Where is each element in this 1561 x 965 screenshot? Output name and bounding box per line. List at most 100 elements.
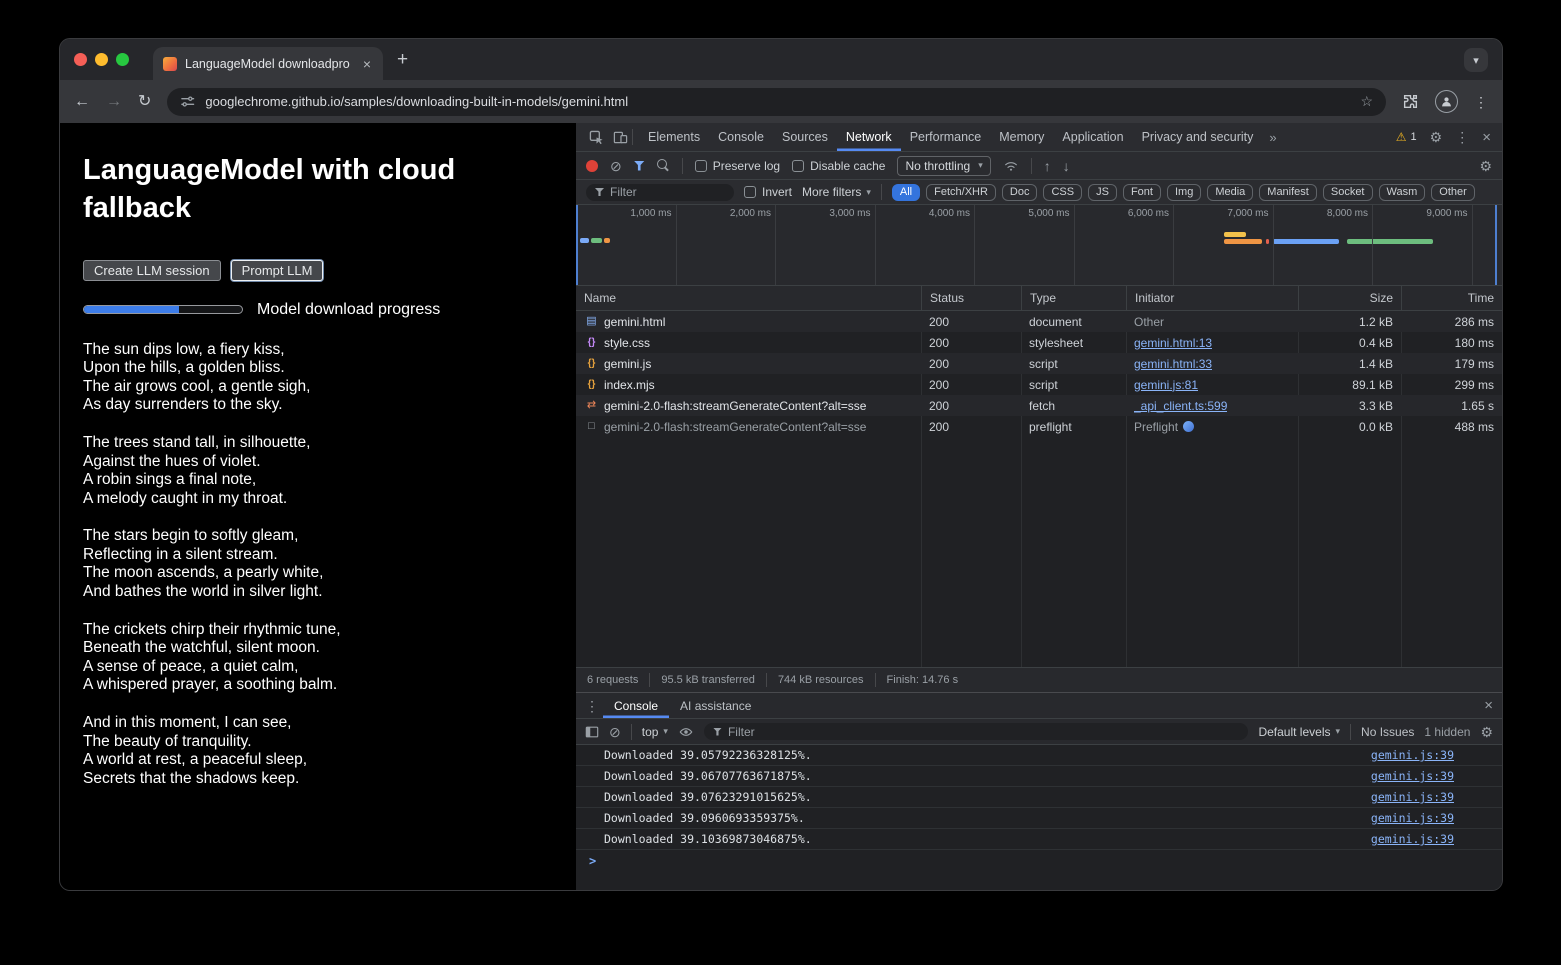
column-header-type[interactable]: Type xyxy=(1021,286,1126,310)
network-request-row[interactable]: style.css200stylesheetgemini.html:130.4 … xyxy=(576,332,1502,353)
site-info-icon[interactable] xyxy=(180,94,195,109)
filter-pill-js[interactable]: JS xyxy=(1088,184,1117,201)
hidden-messages-count[interactable]: 1 hidden xyxy=(1424,725,1470,739)
invert-checkbox[interactable]: Invert xyxy=(744,185,792,199)
filter-pill-fetch-xhr[interactable]: Fetch/XHR xyxy=(926,184,996,201)
disable-cache-checkbox[interactable]: Disable cache xyxy=(792,159,885,173)
devtools-tab-privacy-and-security[interactable]: Privacy and security xyxy=(1133,123,1263,151)
tab-close-icon[interactable]: × xyxy=(361,56,373,72)
devtools-settings-gear-icon[interactable]: ⚙ xyxy=(1430,130,1443,144)
console-source-link[interactable]: gemini.js:39 xyxy=(1371,811,1454,825)
record-network-log-button[interactable] xyxy=(586,160,598,172)
search-icon[interactable] xyxy=(657,159,670,172)
warning-badge[interactable]: ⚠1 xyxy=(1396,130,1417,144)
live-expression-eye-icon[interactable] xyxy=(678,725,694,739)
filter-pill-all[interactable]: All xyxy=(892,184,920,201)
column-header-time[interactable]: Time xyxy=(1401,286,1502,310)
network-request-row[interactable]: gemini.js200scriptgemini.html:331.4 kB17… xyxy=(576,353,1502,374)
network-conditions-icon[interactable] xyxy=(1003,159,1019,173)
filter-pill-socket[interactable]: Socket xyxy=(1323,184,1373,201)
devtools-tab-memory[interactable]: Memory xyxy=(990,123,1053,151)
devtools-tab-application[interactable]: Application xyxy=(1053,123,1132,151)
new-tab-button[interactable]: + xyxy=(397,50,408,69)
network-request-row[interactable]: gemini-2.0-flash:streamGenerateContent?a… xyxy=(576,395,1502,416)
request-initiator[interactable]: _api_client.ts:599 xyxy=(1134,399,1227,413)
checkbox-icon[interactable] xyxy=(792,160,804,172)
more-filters-button[interactable]: More filters▾ xyxy=(802,185,871,199)
overview-right-handle[interactable] xyxy=(1495,205,1497,285)
preflight-info-icon[interactable] xyxy=(1183,421,1194,432)
clear-network-log-icon[interactable]: ⊘ xyxy=(610,159,622,173)
export-har-icon[interactable]: ↓ xyxy=(1063,159,1070,173)
request-initiator[interactable]: gemini.js:81 xyxy=(1134,378,1198,392)
console-filter-input[interactable]: Filter xyxy=(704,723,1249,740)
console-prompt[interactable]: > xyxy=(576,850,1502,872)
browser-tab[interactable]: LanguageModel downloadpro × xyxy=(153,47,383,80)
drawer-menu-icon[interactable]: ⋮ xyxy=(585,699,599,713)
filter-pill-manifest[interactable]: Manifest xyxy=(1259,184,1317,201)
profile-avatar[interactable] xyxy=(1435,90,1458,113)
filter-pill-wasm[interactable]: Wasm xyxy=(1379,184,1426,201)
network-request-row[interactable]: index.mjs200scriptgemini.js:8189.1 kB299… xyxy=(576,374,1502,395)
prompt-llm-button[interactable]: Prompt LLM xyxy=(231,260,324,281)
drawer-tab-console[interactable]: Console xyxy=(603,693,669,718)
create-llm-session-button[interactable]: Create LLM session xyxy=(83,260,221,281)
devtools-tab-elements[interactable]: Elements xyxy=(639,123,709,151)
import-har-icon[interactable]: ↑ xyxy=(1044,159,1051,173)
overview-left-handle[interactable] xyxy=(576,205,578,285)
network-filter-input[interactable]: Filter xyxy=(586,184,734,201)
network-overview[interactable]: 1,000 ms2,000 ms3,000 ms4,000 ms5,000 ms… xyxy=(576,205,1502,286)
url-text[interactable]: googlechrome.github.io/samples/downloadi… xyxy=(205,94,628,109)
maximize-window-button[interactable] xyxy=(116,53,129,66)
issues-count[interactable]: No Issues xyxy=(1361,725,1414,739)
filter-pill-css[interactable]: CSS xyxy=(1043,184,1082,201)
devtools-tab-sources[interactable]: Sources xyxy=(773,123,837,151)
bookmark-star-icon[interactable]: ☆ xyxy=(1360,93,1373,110)
filter-pill-media[interactable]: Media xyxy=(1207,184,1253,201)
forward-button[interactable]: → xyxy=(106,94,122,110)
console-source-link[interactable]: gemini.js:39 xyxy=(1371,790,1454,804)
checkbox-icon[interactable] xyxy=(695,160,707,172)
network-request-row[interactable]: gemini-2.0-flash:streamGenerateContent?a… xyxy=(576,416,1502,437)
checkbox-icon[interactable] xyxy=(744,186,756,198)
column-header-status[interactable]: Status xyxy=(921,286,1021,310)
network-request-row[interactable]: gemini.html200documentOther1.2 kB286 ms xyxy=(576,311,1502,332)
device-toolbar-icon[interactable] xyxy=(608,130,632,145)
devtools-tab-network[interactable]: Network xyxy=(837,123,901,151)
console-sidebar-icon[interactable] xyxy=(585,725,599,739)
column-header-size[interactable]: Size xyxy=(1298,286,1401,310)
devtools-close-icon[interactable]: × xyxy=(1482,130,1491,145)
devtools-tab-console[interactable]: Console xyxy=(709,123,773,151)
network-settings-gear-icon[interactable]: ⚙ xyxy=(1479,159,1492,173)
filter-pill-img[interactable]: Img xyxy=(1167,184,1201,201)
drawer-tab-ai-assistance[interactable]: AI assistance xyxy=(669,693,762,718)
minimize-window-button[interactable] xyxy=(95,53,108,66)
address-bar[interactable]: googlechrome.github.io/samples/downloadi… xyxy=(167,88,1386,116)
close-window-button[interactable] xyxy=(74,53,87,66)
column-header-initiator[interactable]: Initiator xyxy=(1126,286,1298,310)
extensions-puzzle-icon[interactable] xyxy=(1402,93,1419,110)
console-source-link[interactable]: gemini.js:39 xyxy=(1371,769,1454,783)
filter-pill-doc[interactable]: Doc xyxy=(1002,184,1038,201)
console-settings-gear-icon[interactable]: ⚙ xyxy=(1480,725,1493,739)
throttling-select[interactable]: No throttling▾ xyxy=(897,156,990,176)
clear-console-icon[interactable]: ⊘ xyxy=(609,725,621,739)
filter-toggle-icon[interactable] xyxy=(634,161,645,171)
devtools-tab-performance[interactable]: Performance xyxy=(901,123,991,151)
devtools-menu-icon[interactable]: ⋮ xyxy=(1455,130,1469,144)
reload-button[interactable]: ↻ xyxy=(138,94,151,110)
browser-menu-icon[interactable]: ⋮ xyxy=(1474,95,1488,109)
console-source-link[interactable]: gemini.js:39 xyxy=(1371,832,1454,846)
filter-pill-other[interactable]: Other xyxy=(1431,184,1475,201)
log-levels-select[interactable]: Default levels▾ xyxy=(1258,725,1340,739)
preserve-log-checkbox[interactable]: Preserve log xyxy=(695,159,780,173)
filter-pill-font[interactable]: Font xyxy=(1123,184,1161,201)
request-initiator[interactable]: gemini.html:13 xyxy=(1134,336,1212,350)
more-tabs-icon[interactable]: » xyxy=(1262,130,1283,145)
console-source-link[interactable]: gemini.js:39 xyxy=(1371,748,1454,762)
back-button[interactable]: ← xyxy=(74,94,90,110)
drawer-close-icon[interactable]: × xyxy=(1484,698,1493,713)
request-initiator[interactable]: gemini.html:33 xyxy=(1134,357,1212,371)
column-header-name[interactable]: Name xyxy=(576,286,921,310)
tab-search-chevron-icon[interactable]: ▾ xyxy=(1464,48,1488,72)
